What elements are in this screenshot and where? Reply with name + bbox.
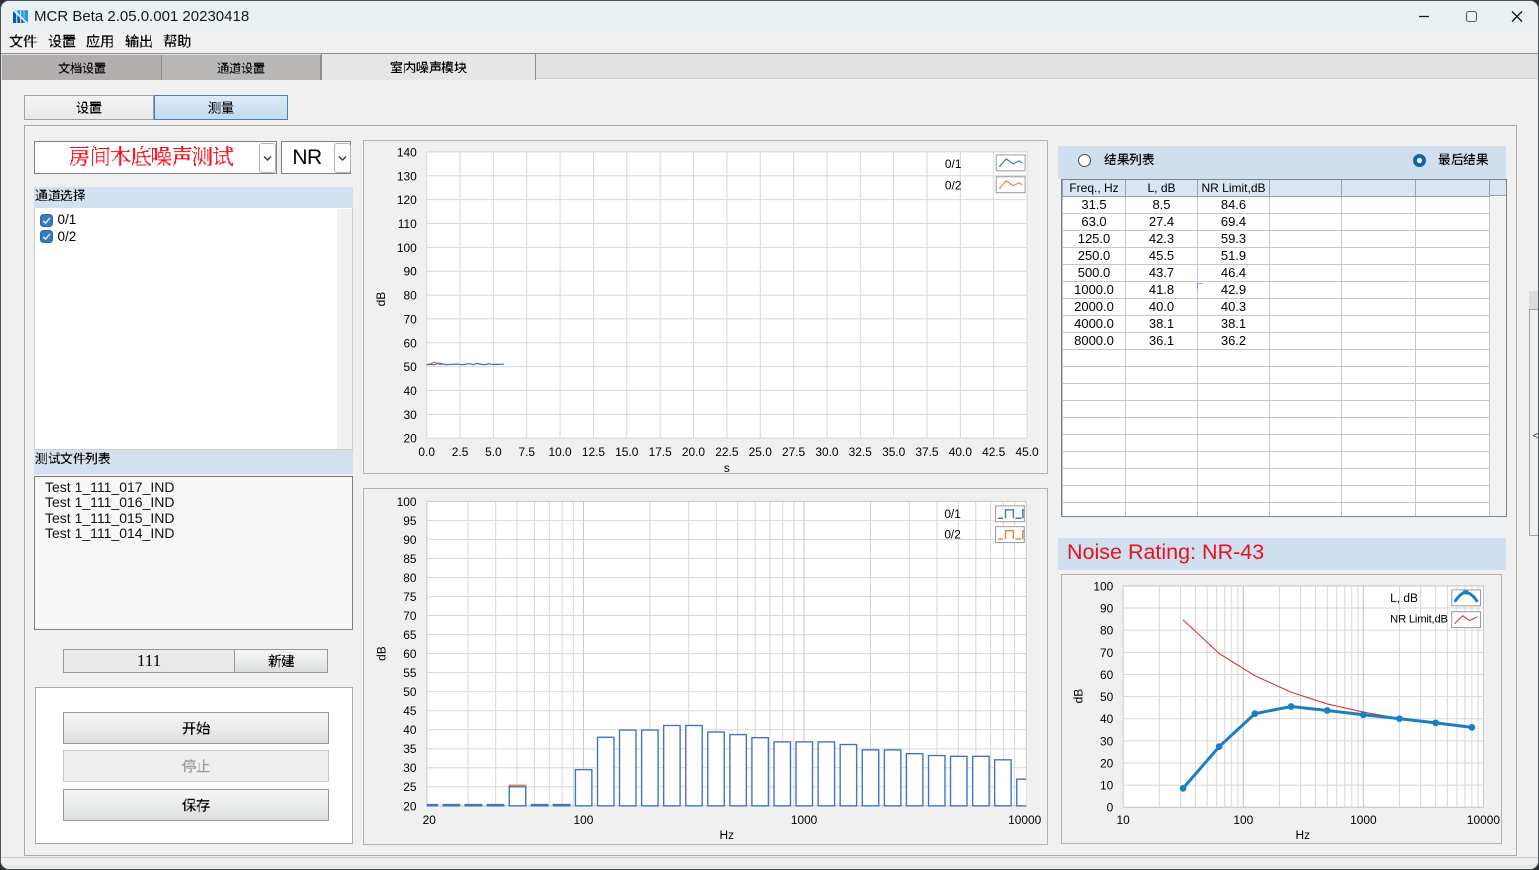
svg-text:0/2: 0/2 — [945, 179, 962, 193]
svg-text:10: 10 — [1100, 779, 1114, 793]
svg-text:42.5: 42.5 — [982, 445, 1006, 459]
svg-text:75: 75 — [403, 590, 417, 604]
svg-text:90: 90 — [1100, 602, 1114, 616]
svg-text:90: 90 — [403, 533, 417, 547]
svg-text:70: 70 — [1100, 646, 1114, 660]
svg-text:100: 100 — [1233, 813, 1253, 827]
svg-text:0/1: 0/1 — [944, 507, 961, 521]
svg-text:20: 20 — [1100, 756, 1114, 770]
svg-text:12.5: 12.5 — [582, 445, 606, 459]
svg-text:60: 60 — [403, 336, 417, 350]
svg-text:40: 40 — [1100, 712, 1114, 726]
svg-text:80: 80 — [403, 571, 417, 585]
svg-text:7.5: 7.5 — [518, 445, 535, 459]
svg-text:45: 45 — [403, 704, 417, 718]
svg-text:0.0: 0.0 — [418, 445, 435, 459]
svg-text:2.5: 2.5 — [452, 445, 469, 459]
svg-text:100: 100 — [397, 495, 417, 509]
svg-text:70: 70 — [403, 312, 417, 326]
svg-text:37.5: 37.5 — [915, 445, 939, 459]
svg-text:50: 50 — [403, 360, 417, 374]
svg-text:80: 80 — [1100, 624, 1114, 638]
svg-text:65: 65 — [403, 628, 417, 642]
svg-text:32.5: 32.5 — [849, 445, 873, 459]
svg-text:10000: 10000 — [1467, 813, 1500, 827]
svg-text:50: 50 — [403, 685, 417, 699]
svg-text:45.0: 45.0 — [1015, 445, 1039, 459]
svg-text:Hz: Hz — [720, 828, 735, 842]
svg-text:Hz: Hz — [1296, 828, 1311, 842]
svg-text:30.0: 30.0 — [815, 445, 839, 459]
svg-text:55: 55 — [403, 666, 417, 680]
svg-text:20.0: 20.0 — [682, 445, 706, 459]
svg-text:5.0: 5.0 — [485, 445, 502, 459]
svg-text:30: 30 — [403, 408, 417, 422]
svg-text:17.5: 17.5 — [649, 445, 673, 459]
svg-text:1000: 1000 — [791, 813, 818, 827]
svg-text:100: 100 — [1093, 579, 1113, 593]
svg-text:10: 10 — [1117, 813, 1131, 827]
svg-text:20: 20 — [403, 432, 417, 446]
svg-text:70: 70 — [403, 609, 417, 623]
svg-text:10.0: 10.0 — [548, 445, 572, 459]
svg-text:dB: dB — [1071, 689, 1085, 704]
svg-text:s: s — [724, 461, 730, 474]
svg-text:0/1: 0/1 — [945, 157, 962, 171]
svg-text:NR Limit,dB: NR Limit,dB — [1390, 614, 1448, 626]
svg-text:100: 100 — [397, 241, 417, 255]
svg-text:90: 90 — [403, 265, 417, 279]
svg-text:40: 40 — [403, 384, 417, 398]
svg-text:25: 25 — [403, 780, 417, 794]
svg-text:0/2: 0/2 — [944, 528, 961, 542]
svg-text:15.0: 15.0 — [615, 445, 639, 459]
svg-text:40: 40 — [403, 723, 417, 737]
svg-text:10000: 10000 — [1008, 813, 1041, 827]
svg-text:100: 100 — [574, 813, 594, 827]
svg-text:120: 120 — [397, 193, 417, 207]
svg-text:40.0: 40.0 — [949, 445, 973, 459]
svg-text:dB: dB — [375, 646, 389, 661]
svg-text:35: 35 — [403, 742, 417, 756]
svg-text:L, dB: L, dB — [1390, 591, 1418, 605]
svg-text:22.5: 22.5 — [715, 445, 739, 459]
svg-text:80: 80 — [403, 289, 417, 303]
svg-text:60: 60 — [403, 647, 417, 661]
svg-text:95: 95 — [403, 514, 417, 528]
svg-text:140: 140 — [397, 145, 417, 159]
svg-text:27.5: 27.5 — [782, 445, 806, 459]
svg-text:30: 30 — [1100, 734, 1114, 748]
svg-text:130: 130 — [397, 169, 417, 183]
svg-text:30: 30 — [403, 761, 417, 775]
svg-text:110: 110 — [398, 217, 417, 231]
svg-text:50: 50 — [1100, 690, 1114, 704]
svg-text:35.0: 35.0 — [882, 445, 906, 459]
svg-text:dB: dB — [374, 292, 388, 307]
svg-text:20: 20 — [403, 799, 417, 813]
svg-text:1000: 1000 — [1350, 813, 1377, 827]
svg-text:60: 60 — [1100, 668, 1114, 682]
svg-text:20: 20 — [423, 813, 437, 827]
svg-text:0: 0 — [1107, 801, 1114, 815]
svg-text:85: 85 — [403, 552, 417, 566]
svg-text:25.0: 25.0 — [749, 445, 773, 459]
